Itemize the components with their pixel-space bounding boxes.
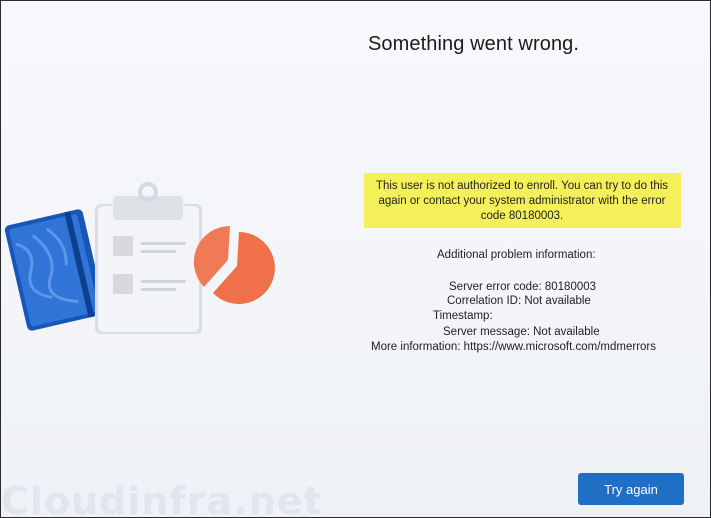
page-title: Something went wrong. xyxy=(367,33,580,55)
pie-chart-icon xyxy=(193,225,275,304)
notebook-icon xyxy=(4,209,106,331)
additional-info-heading: Additional problem information: xyxy=(437,249,596,261)
illustration xyxy=(4,182,275,334)
server-message: Server message: Not available xyxy=(443,326,600,338)
clipboard-icon xyxy=(95,182,202,334)
error-message: This user is not authorized to enroll. Y… xyxy=(375,180,669,222)
server-error-code: Server error code: 80180003 xyxy=(449,281,597,293)
error-dialog: Something went wrong. This user is not a… xyxy=(0,0,711,518)
timestamp: Timestamp: xyxy=(433,310,493,322)
watermark: Cloudinfra.net xyxy=(1,479,323,518)
correlation-id: Correlation ID: Not available xyxy=(447,295,591,307)
more-information-link[interactable]: More information: https://www.microsoft.… xyxy=(371,341,656,353)
try-again-button[interactable]: Try again xyxy=(578,473,684,505)
